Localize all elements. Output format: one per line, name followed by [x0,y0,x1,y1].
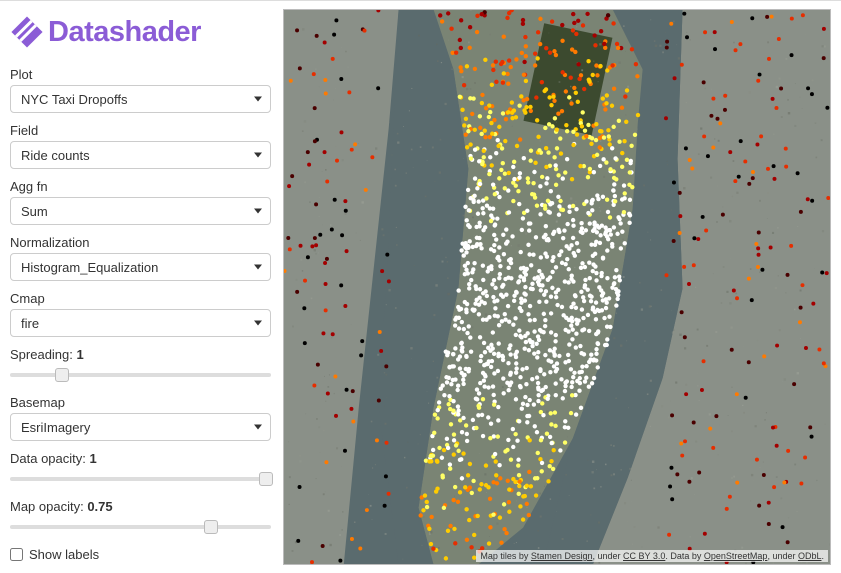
data-layer [284,10,830,565]
cmap-label: Cmap [10,291,271,306]
chevron-down-icon [254,321,262,326]
control-sidebar: Datashader Plot NYC Taxi Dropoffs Field … [0,1,283,573]
field-label: Field [10,123,271,138]
chevron-down-icon [254,209,262,214]
data-opacity-slider[interactable] [10,469,271,489]
map-attribution: Map tiles by Stamen Design, under CC BY … [476,550,828,562]
datashader-icon [10,15,44,49]
plot-select[interactable]: NYC Taxi Dropoffs [10,85,271,113]
plot-label: Plot [10,67,271,82]
app-root: Datashader Plot NYC Taxi Dropoffs Field … [0,1,841,573]
basemap-value: EsriImagery [21,420,90,435]
map-viewport[interactable]: Map tiles by Stamen Design, under CC BY … [283,9,831,565]
chevron-down-icon [254,425,262,430]
aggfn-select[interactable]: Sum [10,197,271,225]
aggfn-value: Sum [21,204,48,219]
basemap-label: Basemap [10,395,271,410]
field-value: Ride counts [21,148,90,163]
slider-thumb[interactable] [55,368,69,382]
attribution-link[interactable]: ODbL [798,551,822,561]
field-select[interactable]: Ride counts [10,141,271,169]
attribution-link[interactable]: OpenStreetMap [704,551,768,561]
slider-thumb[interactable] [259,472,273,486]
brand-name: Datashader [48,16,201,49]
map-opacity-label: Map opacity: 0.75 [10,499,271,514]
norm-label: Normalization [10,235,271,250]
show-labels-input[interactable] [10,548,23,561]
brand-logo: Datashader [10,15,271,49]
norm-select[interactable]: Histogram_Equalization [10,253,271,281]
slider-thumb[interactable] [204,520,218,534]
attribution-link[interactable]: CC BY 3.0 [623,551,665,561]
spreading-slider[interactable] [10,365,271,385]
chevron-down-icon [254,265,262,270]
aggfn-label: Agg fn [10,179,271,194]
data-opacity-label: Data opacity: 1 [10,451,271,466]
basemap-select[interactable]: EsriImagery [10,413,271,441]
show-labels-checkbox[interactable]: Show labels [10,547,271,562]
spreading-label: Spreading: 1 [10,347,271,362]
cmap-value: fire [21,316,39,331]
chevron-down-icon [254,153,262,158]
map-opacity-slider[interactable] [10,517,271,537]
cmap-select[interactable]: fire [10,309,271,337]
plot-value: NYC Taxi Dropoffs [21,92,127,107]
attribution-link[interactable]: Stamen Design [531,551,593,561]
norm-value: Histogram_Equalization [21,260,158,275]
show-labels-text: Show labels [29,547,99,562]
chevron-down-icon [254,97,262,102]
main-panel: Map tiles by Stamen Design, under CC BY … [283,1,841,573]
